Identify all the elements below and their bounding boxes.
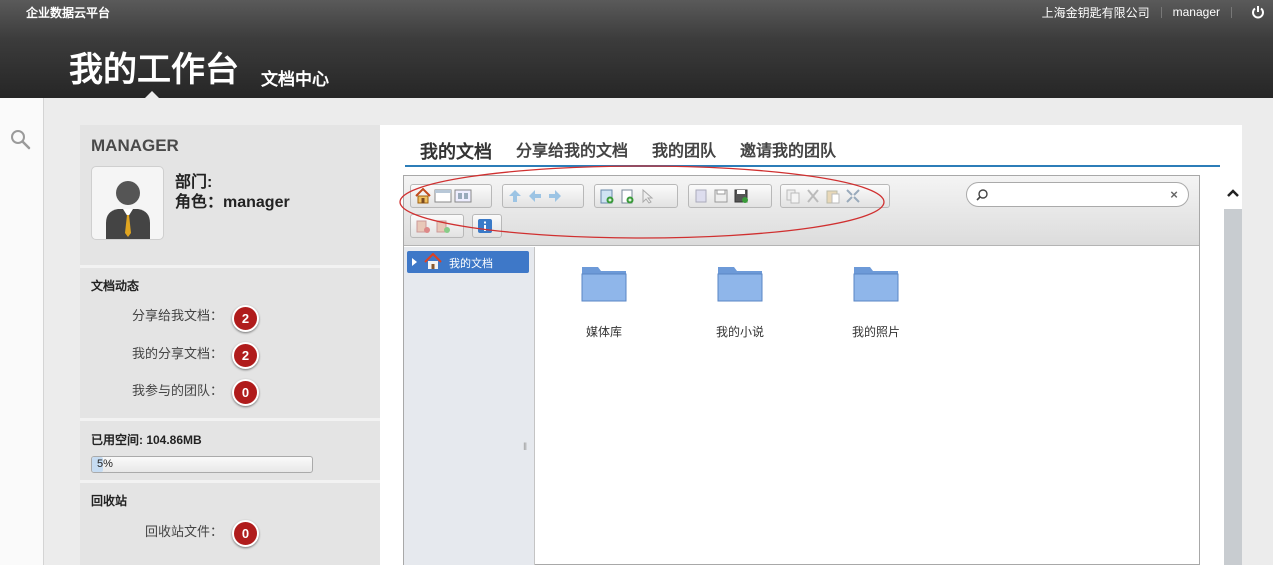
title-caret-icon xyxy=(144,91,160,99)
tab-my-documents[interactable]: 我的文档 xyxy=(420,142,492,162)
page-title: 我的工作台 xyxy=(69,51,239,89)
user-bar: 上海金钥匙有限公司 manager xyxy=(1042,4,1273,20)
my-teams-label: 我参与的团队： xyxy=(132,383,224,398)
folder-item[interactable]: 我的小说 xyxy=(695,262,785,340)
divider xyxy=(1231,6,1232,18)
avatar xyxy=(91,166,164,240)
scroll-up-icon[interactable] xyxy=(1225,185,1241,201)
file-search-box[interactable]: × xyxy=(966,182,1189,207)
recycle-bin-count-badge[interactable]: 0 xyxy=(232,520,259,547)
divider xyxy=(80,418,380,421)
role-label: 角色：manager xyxy=(175,194,290,211)
doc-activity-title: 文档动态 xyxy=(91,279,140,293)
annotation-ellipse xyxy=(399,165,885,239)
folder-icon xyxy=(581,262,627,302)
folder-label: 我的小说 xyxy=(715,325,764,339)
page-subtitle[interactable]: 文档中心 xyxy=(261,65,329,90)
recycle-bin-label: 回收站文件： xyxy=(145,524,224,539)
scrollbar[interactable] xyxy=(1224,209,1242,565)
home-icon xyxy=(424,252,442,270)
divider xyxy=(80,265,380,268)
left-rail xyxy=(0,98,44,565)
brand-name: 企业数据云平台 xyxy=(26,6,111,20)
my-shared-label: 我的分享文档： xyxy=(132,346,224,361)
top-header: 企业数据云平台 上海金钥匙有限公司 manager 我的工作台 文档中心 xyxy=(0,0,1273,99)
company-name: 上海金钥匙有限公司 xyxy=(1041,5,1150,20)
shared-to-me-count-badge[interactable]: 2 xyxy=(232,305,259,332)
storage-used-label: 已用空间: 104.86MB xyxy=(91,433,202,447)
file-search-input[interactable] xyxy=(993,186,1163,204)
shared-to-me-label: 分享给我文档： xyxy=(132,308,224,323)
tab-shared-with-me[interactable]: 分享给我的文档 xyxy=(516,142,628,162)
folder-icon xyxy=(717,262,763,302)
search-icon xyxy=(975,188,989,202)
tab-my-teams[interactable]: 我的团队 xyxy=(652,142,716,162)
tree-item-my-documents[interactable]: 我的文档 xyxy=(407,251,529,273)
divider xyxy=(80,480,380,483)
clear-search-icon[interactable]: × xyxy=(1167,188,1181,202)
storage-percent: 5% xyxy=(97,458,113,470)
tab-bar: 我的文档 分享给我的文档 我的团队 邀请我的团队 xyxy=(420,142,860,162)
folder-tree: 我的文档 ‖ xyxy=(404,247,535,565)
my-shared-count-badge[interactable]: 2 xyxy=(232,342,259,369)
folder-item[interactable]: 我的照片 xyxy=(831,262,921,340)
my-teams-count-badge[interactable]: 0 xyxy=(232,379,259,406)
folder-label: 媒体库 xyxy=(585,325,622,339)
profile-sidebar: MANAGER 部门: 角色：manager 文档动态 分享给我文档： 2 我的… xyxy=(80,125,380,565)
recycle-bin-title: 回收站 xyxy=(91,494,128,508)
folder-icon xyxy=(853,262,899,302)
search-icon[interactable] xyxy=(9,128,33,152)
folder-label: 我的照片 xyxy=(851,325,900,339)
divider xyxy=(1160,6,1162,18)
panel-splitter[interactable]: ‖ xyxy=(523,442,527,453)
username-link[interactable]: manager xyxy=(1173,5,1220,19)
tab-invited-teams[interactable]: 邀请我的团队 xyxy=(740,142,836,162)
tree-item-label: 我的文档 xyxy=(449,258,493,270)
power-icon[interactable] xyxy=(1243,4,1273,20)
user-display-name: MANAGER xyxy=(91,136,179,155)
expand-arrow-icon[interactable] xyxy=(412,258,417,266)
storage-progress-bar: 5% xyxy=(91,456,313,473)
folder-item[interactable]: 媒体库 xyxy=(559,262,649,340)
